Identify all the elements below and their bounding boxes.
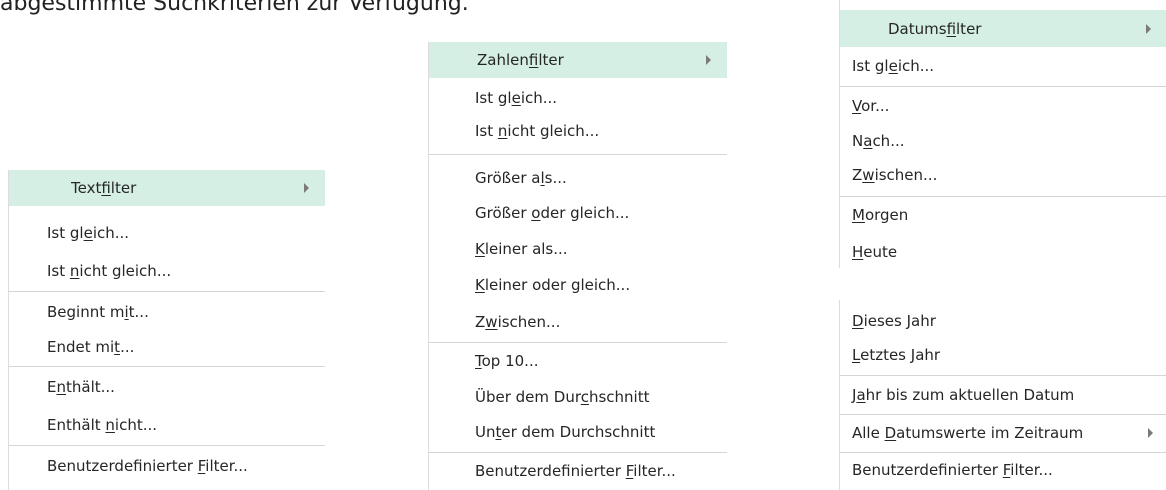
menu-item-ist-gleich[interactable]: Ist gleich... <box>429 83 727 113</box>
access-key: n <box>497 122 508 140</box>
submenu-arrow-icon <box>304 183 309 193</box>
access-key: l <box>540 169 545 187</box>
access-key: D <box>884 424 897 442</box>
access-key: F <box>1002 461 1011 479</box>
text-filter-title: Textfilter <box>71 179 137 197</box>
menu-separator <box>840 196 1166 197</box>
access-key: F <box>197 457 206 475</box>
menu-item-letztes-jahr[interactable]: Letztes Jahr <box>840 340 1166 370</box>
menu-item-morgen[interactable]: Morgen <box>840 200 1166 230</box>
access-key: w <box>485 313 498 331</box>
menu-item-heute[interactable]: Heute <box>840 237 1166 267</box>
menu-item-benutzerdefinierter-filter[interactable]: Benutzerdefinierter Filter... <box>840 455 1166 485</box>
menu-item-enthaelt[interactable]: Enthält... <box>9 372 325 402</box>
menu-item-unter-dem-durchschnitt[interactable]: Unter dem Durchschnitt <box>429 417 727 447</box>
menu-item-zwischen[interactable]: Zwischen... <box>429 307 727 337</box>
number-filter-title: Zahlenfilter <box>477 51 564 69</box>
intro-text: abgestimmte Suchkriterien zur Verfügung. <box>0 0 469 16</box>
menu-item-kleiner-als[interactable]: Kleiner als... <box>429 234 727 264</box>
access-key: a <box>856 386 866 404</box>
menu-separator <box>840 414 1166 415</box>
number-filter-header[interactable]: Zahlenfilter <box>429 42 727 78</box>
access-key: o <box>531 204 541 222</box>
access-key: i <box>124 303 129 321</box>
access-key: f <box>946 19 957 38</box>
menu-item-ist-gleich[interactable]: Ist gleich... <box>840 51 1166 81</box>
menu-separator <box>429 154 727 155</box>
access-key: f <box>101 179 111 197</box>
menu-item-groesser-als[interactable]: Größer als... <box>429 163 727 193</box>
menu-separator <box>9 291 325 292</box>
menu-item-jahr-bis-datum[interactable]: Jahr bis zum aktuellen Datum <box>840 380 1166 410</box>
menu-separator <box>840 86 1166 87</box>
menu-item-nach[interactable]: Nach... <box>840 126 1166 156</box>
date-filter-title: Datumsfilter <box>888 19 982 38</box>
access-key: e <box>83 224 93 242</box>
menu-separator <box>840 452 1166 453</box>
menu-item-ist-nicht-gleich[interactable]: Ist nicht gleich... <box>429 116 727 146</box>
access-key: e <box>511 89 521 107</box>
menu-item-ist-nicht-gleich[interactable]: Ist nicht gleich... <box>9 256 325 286</box>
menu-item-alle-datumswerte[interactable]: Alle Datumswerte im Zeitraum <box>840 418 1166 448</box>
date-filter-menu: Datumsfilter Ist gleich... Vor... Nach..… <box>839 0 1166 490</box>
menu-separator <box>429 452 727 453</box>
submenu-arrow-icon <box>1148 428 1153 438</box>
number-filter-menu: Zahlenfilter Ist gleich... Ist nicht gle… <box>428 42 727 490</box>
access-key: f <box>528 51 539 69</box>
access-key: t <box>114 338 121 356</box>
menu-item-ist-gleich[interactable]: Ist gleich... <box>9 218 325 248</box>
access-key: e <box>888 57 898 75</box>
menu-item-beginnt-mit[interactable]: Beginnt mit... <box>9 297 325 327</box>
date-filter-header[interactable]: Datumsfilter <box>840 10 1166 47</box>
menu-item-enthaelt-nicht[interactable]: Enthält nicht... <box>9 410 325 440</box>
access-key: L <box>852 346 861 364</box>
menu-item-benutzerdefinierter-filter[interactable]: Benutzerdefinierter Filter... <box>429 456 727 486</box>
submenu-arrow-icon <box>706 55 711 65</box>
submenu-arrow-icon <box>1146 23 1151 34</box>
access-key: V <box>852 97 862 115</box>
menu-item-top-10[interactable]: Top 10... <box>429 346 727 376</box>
menu-separator <box>9 366 325 367</box>
access-key: n <box>69 262 80 280</box>
access-key: K <box>475 240 485 258</box>
menu-separator <box>840 375 1166 376</box>
menu-item-dieses-jahr[interactable]: Dieses Jahr <box>840 306 1166 336</box>
text-filter-menu: Textfilter Ist gleich... Ist nicht gleic… <box>8 170 325 490</box>
access-key: F <box>625 462 634 480</box>
access-key: H <box>852 243 864 261</box>
access-key: n <box>105 416 115 434</box>
menu-separator <box>429 342 727 343</box>
access-key: K <box>475 276 485 294</box>
access-key: c <box>580 388 589 406</box>
access-key: w <box>862 166 875 184</box>
text-filter-header[interactable]: Textfilter <box>9 170 325 206</box>
access-key: T <box>475 352 482 370</box>
menu-border-gap <box>837 268 841 300</box>
menu-item-ueber-dem-durchschnitt[interactable]: Über dem Durchschnitt <box>429 382 727 412</box>
menu-item-groesser-oder-gleich[interactable]: Größer oder gleich... <box>429 198 727 228</box>
menu-separator <box>9 445 325 446</box>
menu-item-zwischen[interactable]: Zwischen... <box>840 160 1166 190</box>
access-key: n <box>56 378 66 396</box>
menu-item-kleiner-oder-gleich[interactable]: Kleiner oder gleich... <box>429 270 727 300</box>
access-key: t <box>495 423 502 441</box>
menu-item-benutzerdefinierter-filter[interactable]: Benutzerdefinierter Filter... <box>9 451 325 481</box>
access-key: M <box>852 206 865 224</box>
access-key: a <box>863 132 873 150</box>
menu-item-endet-mit[interactable]: Endet mit... <box>9 332 325 362</box>
menu-item-vor[interactable]: Vor... <box>840 91 1166 121</box>
access-key: D <box>852 312 864 330</box>
